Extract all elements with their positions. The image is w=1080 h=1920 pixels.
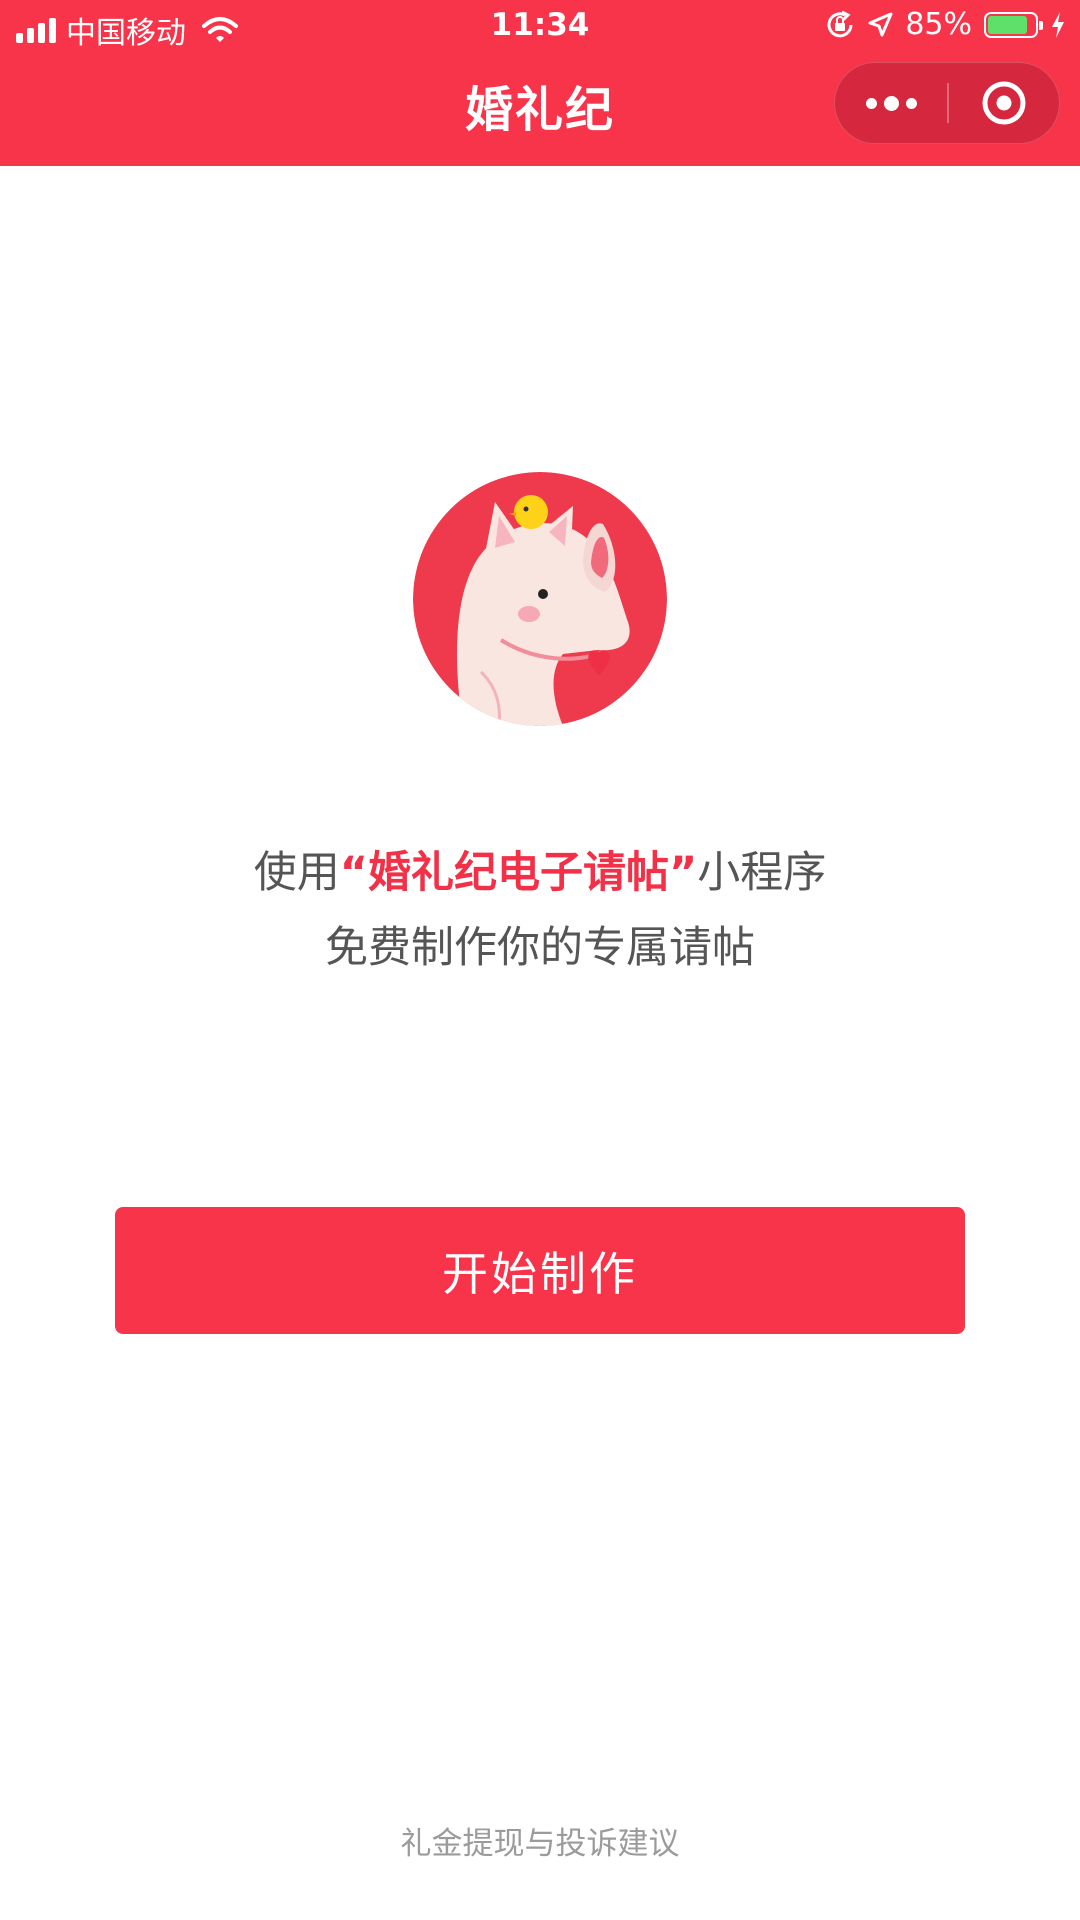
promo-prefix: 使用 (253, 848, 340, 898)
battery-percent: 85% (905, 7, 972, 42)
rhino-mascot-avatar (413, 472, 667, 726)
orientation-lock-icon (827, 10, 853, 37)
promo-line-1: 使用“婚礼纪电子请帖”小程序 (0, 838, 1080, 900)
more-button[interactable] (835, 63, 947, 143)
status-right: 85% (825, 7, 1066, 42)
more-dots-icon (865, 97, 877, 109)
promo-highlight: “婚礼纪电子请帖” (339, 848, 698, 898)
status-bar: 中国移动 11:34 85% (0, 0, 1080, 54)
gift-money-withdraw-complaint-link[interactable]: 礼金提现与投诉建议 (0, 1818, 1080, 1863)
start-making-button[interactable]: 开始制作 (115, 1207, 965, 1334)
promo-suffix: 小程序 (697, 848, 827, 898)
close-target-icon (982, 81, 1026, 125)
promo-line-2: 免费制作你的专属请帖 (325, 923, 755, 973)
battery-fill (988, 15, 1028, 34)
charging-bolt-icon (1052, 11, 1064, 38)
close-button[interactable] (949, 63, 1059, 143)
rhino-mascot-image (413, 472, 667, 726)
location-arrow-icon (868, 12, 893, 36)
top-header: 中国移动 11:34 85% 婚礼纪 (0, 0, 1080, 166)
mini-program-capsule (834, 62, 1060, 144)
battery-icon (984, 11, 1043, 38)
